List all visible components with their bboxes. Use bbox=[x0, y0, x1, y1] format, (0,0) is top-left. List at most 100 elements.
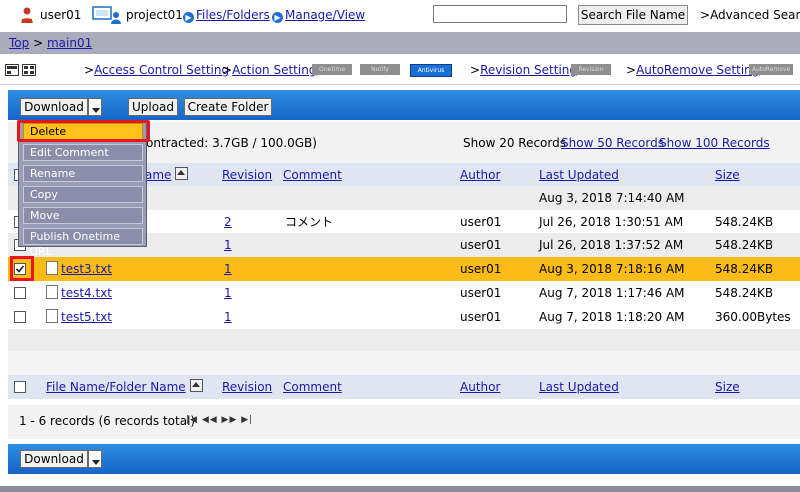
chevron-down-icon[interactable] bbox=[88, 450, 102, 468]
row-revision[interactable]: 1 bbox=[224, 281, 232, 305]
records-per-page-label: Show 20 Records bbox=[463, 136, 566, 150]
row-last-updated: Aug 3, 2018 7:14:40 AM bbox=[539, 191, 685, 205]
row-author: user01 bbox=[460, 238, 502, 252]
access-control-setting-link[interactable]: >Access Control Setting bbox=[84, 63, 229, 77]
column-author-header[interactable]: Author bbox=[460, 163, 500, 187]
notify-button[interactable]: Notify bbox=[360, 64, 400, 75]
menu-item-edit-comment[interactable]: Edit Comment bbox=[23, 144, 143, 161]
column-last-updated-header[interactable]: Last Updated bbox=[539, 375, 619, 399]
bottom-strip bbox=[0, 486, 800, 492]
column-comment-header[interactable]: Comment bbox=[283, 163, 342, 187]
storage-usage: ontracted: 3.7GB / 100.0GB) bbox=[146, 136, 317, 150]
user-name: user01 bbox=[40, 8, 82, 22]
top-header: user01 project01 ▶ Files/Folders ▶ Manage/… bbox=[0, 0, 800, 30]
table-row[interactable]: test5.txt 1 user01 Aug 7, 2018 1:18:20 A… bbox=[8, 305, 800, 329]
row-revision[interactable]: 2 bbox=[224, 210, 232, 234]
row-checkbox[interactable] bbox=[14, 311, 26, 323]
antivirus-button[interactable]: Antivirus bbox=[410, 64, 452, 77]
create-folder-button[interactable]: Create Folder bbox=[184, 98, 272, 116]
row-size: 548.24KB bbox=[715, 262, 774, 276]
row-size: 548.24KB bbox=[715, 238, 774, 252]
empty-row bbox=[8, 351, 800, 375]
column-size-header[interactable]: Size bbox=[715, 375, 740, 399]
row-size: 360.00Bytes bbox=[715, 310, 791, 324]
revision-setting-link[interactable]: >Revision Setting bbox=[470, 63, 577, 77]
row-author: user01 bbox=[460, 286, 502, 300]
row-size: 548.24KB bbox=[715, 215, 774, 229]
menu-item-move[interactable]: Move bbox=[23, 207, 143, 224]
row-size: 548.24KB bbox=[715, 286, 774, 300]
row-revision[interactable]: 1 bbox=[224, 305, 232, 329]
user-icon bbox=[21, 7, 33, 23]
download-button-bottom[interactable]: Download bbox=[20, 450, 88, 468]
column-size-header[interactable]: Size bbox=[715, 163, 740, 187]
row-last-updated: Aug 7, 2018 1:17:46 AM bbox=[539, 286, 685, 300]
download-button[interactable]: Download bbox=[20, 98, 88, 116]
nav-manage-view[interactable]: ▶ Manage/View bbox=[272, 8, 365, 23]
action-setting-link[interactable]: >Action Setting bbox=[222, 63, 316, 77]
folder-view-icon[interactable] bbox=[5, 64, 19, 76]
row-file-name[interactable]: test4.txt bbox=[46, 281, 112, 305]
column-author-header[interactable]: Author bbox=[460, 375, 500, 399]
row-comment: コメント bbox=[285, 215, 334, 229]
column-comment-header[interactable]: Comment bbox=[283, 375, 342, 399]
breadcrumb-current[interactable]: main01 bbox=[47, 36, 92, 50]
select-all-checkbox[interactable] bbox=[14, 381, 26, 393]
file-toolbar: Download Upload Create Folder bbox=[8, 90, 800, 120]
row-revision[interactable]: 1 bbox=[224, 257, 232, 281]
arrow-right-icon: ▶ bbox=[183, 12, 194, 23]
row-last-updated: Jul 26, 2018 1:37:52 AM bbox=[539, 238, 684, 252]
file-icon bbox=[46, 285, 58, 299]
sort-up-icon[interactable] bbox=[189, 379, 203, 392]
breadcrumb: Top > main01 bbox=[0, 32, 800, 54]
records-count: 1 - 6 records (6 records total) bbox=[19, 414, 196, 428]
row-last-updated: Aug 3, 2018 7:18:16 AM bbox=[539, 262, 685, 276]
menu-item-copy[interactable]: Copy bbox=[23, 186, 143, 203]
upload-button[interactable]: Upload bbox=[128, 98, 178, 116]
onetime-button[interactable]: Onetime bbox=[312, 64, 352, 75]
advanced-search-link[interactable]: >Advanced Search bbox=[700, 8, 800, 22]
column-revision-header[interactable]: Revision bbox=[222, 163, 272, 187]
pagination-row: 1 - 6 records (6 records total) |◀ ◀◀ ▶▶… bbox=[8, 405, 800, 439]
table-row[interactable]: test4.txt 1 user01 Aug 7, 2018 1:17:46 A… bbox=[8, 281, 800, 305]
nav-files-folders[interactable]: ▶ Files/Folders bbox=[183, 8, 270, 23]
row-author: user01 bbox=[460, 215, 502, 229]
column-last-updated-header[interactable]: Last Updated bbox=[539, 163, 619, 187]
row-file-name[interactable]: test3.txt bbox=[46, 257, 112, 281]
column-revision-header[interactable]: Revision bbox=[222, 375, 272, 399]
show-100-records-link[interactable]: Show 100 Records bbox=[659, 136, 770, 150]
settings-bar: >Access Control Setting >Action Setting … bbox=[0, 56, 800, 85]
column-name-header[interactable]: ame bbox=[145, 163, 189, 187]
revision-button[interactable]: Revision bbox=[571, 64, 611, 75]
menu-item-publish-onetime-url[interactable]: Publish Onetime URL bbox=[23, 228, 143, 258]
empty-row bbox=[8, 329, 800, 351]
chevron-down-icon[interactable] bbox=[88, 98, 102, 116]
checkbox-highlight-box bbox=[10, 256, 34, 281]
breadcrumb-separator: > bbox=[33, 36, 44, 50]
bottom-toolbar: Download bbox=[8, 444, 800, 474]
file-icon bbox=[46, 261, 58, 275]
file-icon bbox=[46, 309, 58, 323]
sort-up-icon[interactable] bbox=[175, 167, 189, 180]
autoremove-setting-link[interactable]: >AutoRemove Setting bbox=[626, 63, 759, 77]
pager-controls[interactable]: |◀ ◀◀ ▶▶ ▶| bbox=[186, 415, 253, 425]
project-name: project01 bbox=[126, 8, 183, 22]
row-checkbox[interactable] bbox=[14, 287, 26, 299]
menu-item-rename[interactable]: Rename bbox=[23, 165, 143, 182]
delete-highlight-box bbox=[17, 120, 150, 142]
show-50-records-link[interactable]: Show 50 Records bbox=[561, 136, 664, 150]
autoremove-button[interactable]: AutoRemove bbox=[749, 64, 793, 75]
breadcrumb-top[interactable]: Top bbox=[9, 36, 29, 50]
grid-view-icon[interactable] bbox=[22, 64, 36, 76]
row-file-name[interactable]: test5.txt bbox=[46, 305, 112, 329]
row-author: user01 bbox=[460, 310, 502, 324]
row-revision[interactable]: 1 bbox=[224, 233, 232, 257]
arrow-right-icon: ▶ bbox=[272, 12, 283, 23]
table-row-selected[interactable]: test3.txt 1 user01 Aug 3, 2018 7:18:16 A… bbox=[8, 257, 800, 281]
column-name-header[interactable]: File Name/Folder Name bbox=[46, 375, 203, 399]
row-last-updated: Aug 7, 2018 1:18:20 AM bbox=[539, 310, 685, 324]
chevron-right-icon: > bbox=[700, 8, 711, 22]
search-input[interactable] bbox=[433, 5, 567, 23]
table-footer-header: File Name/Folder Name Revision Comment A… bbox=[8, 375, 800, 399]
search-file-name-button[interactable]: Search File Name bbox=[578, 5, 688, 25]
